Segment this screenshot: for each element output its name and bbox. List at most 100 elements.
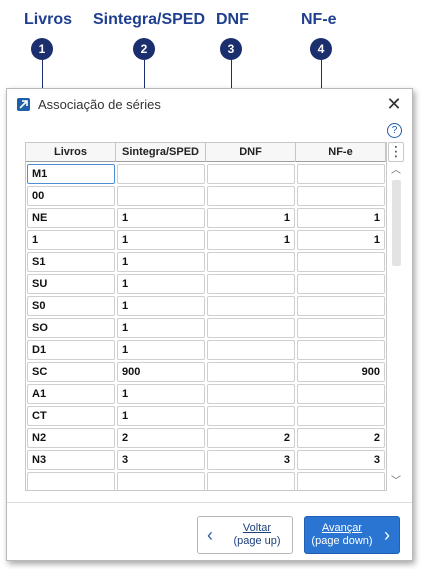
grid-cell[interactable] [207, 362, 295, 382]
grid-cell[interactable] [207, 472, 295, 490]
grid-cell[interactable]: M1 [27, 164, 115, 184]
table-row: S0 1 [26, 296, 386, 316]
series-association-dialog: Associação de séries ✕ ? Livros Sintegra/… [6, 88, 413, 561]
column-header-livros[interactable]: Livros [26, 143, 116, 162]
grid-cell[interactable] [297, 318, 385, 338]
callout-label-4: NF-e [301, 11, 337, 28]
grid-cell[interactable]: N2 [27, 428, 115, 448]
grid-cell[interactable]: D1 [27, 340, 115, 360]
grid-cell[interactable]: CT [27, 406, 115, 426]
grid-cell[interactable]: N3 [27, 450, 115, 470]
grid-cell[interactable]: 1 [117, 274, 205, 294]
grid-cell[interactable]: 2 [297, 428, 385, 448]
grid-cell[interactable] [27, 472, 115, 490]
table-row: SC 900 900 [26, 362, 386, 382]
grid-cell[interactable] [297, 340, 385, 360]
grid-cell[interactable]: 1 [117, 406, 205, 426]
chevron-left-icon: ‹ [207, 525, 213, 545]
table-row: D1 1 [26, 340, 386, 360]
table-row: NE 1 1 1 [26, 208, 386, 228]
column-options-icon[interactable]: ⋮ [388, 142, 404, 162]
grid-cell[interactable]: 2 [207, 428, 295, 448]
grid-cell[interactable] [207, 340, 295, 360]
next-button-label: Avançar (page down) [307, 522, 377, 548]
grid-cell[interactable] [117, 472, 205, 490]
next-button-title: Avançar [321, 522, 363, 534]
grid-cell[interactable]: 900 [117, 362, 205, 382]
grid-cell[interactable] [207, 164, 295, 184]
grid-cell[interactable]: 1 [117, 384, 205, 404]
grid-cell[interactable]: 1 [297, 230, 385, 250]
grid-cell[interactable] [297, 274, 385, 294]
grid-cell[interactable]: 1 [117, 208, 205, 228]
grid-cell[interactable]: 1 [117, 252, 205, 272]
grid-cell[interactable]: 1 [297, 208, 385, 228]
grid-cell[interactable]: SC [27, 362, 115, 382]
grid-cell[interactable]: 900 [297, 362, 385, 382]
back-button-hint: (page up) [233, 535, 281, 547]
scroll-down-icon[interactable]: ﹀ [388, 475, 404, 489]
back-button[interactable]: ‹ Voltar (page up) [197, 516, 293, 554]
grid-cell[interactable] [207, 384, 295, 404]
table-row: SU 1 [26, 274, 386, 294]
grid-header: Livros Sintegra/SPED DNF NF-e [26, 143, 386, 162]
grid-cell[interactable]: NE [27, 208, 115, 228]
grid-cell[interactable] [297, 406, 385, 426]
callout-label-3: DNF [216, 11, 249, 28]
callout-badge-3: 3 [220, 38, 242, 60]
grid-cell[interactable] [207, 186, 295, 206]
grid-cell[interactable]: A1 [27, 384, 115, 404]
grid-cell[interactable]: 3 [117, 450, 205, 470]
grid-cell[interactable] [207, 274, 295, 294]
grid-cell[interactable]: 1 [117, 296, 205, 316]
grid-cell[interactable]: 1 [117, 230, 205, 250]
grid-cell[interactable]: 3 [297, 450, 385, 470]
next-button[interactable]: Avançar (page down) › [304, 516, 400, 554]
table-row: CT 1 [26, 406, 386, 426]
callout-badge-4: 4 [310, 38, 332, 60]
grid-cell[interactable]: 1 [117, 318, 205, 338]
callout-badge-1: 1 [31, 38, 53, 60]
grid-cell[interactable]: 1 [207, 230, 295, 250]
grid-cell[interactable]: 00 [27, 186, 115, 206]
grid-cell[interactable]: SO [27, 318, 115, 338]
grid-cell[interactable] [297, 186, 385, 206]
help-icon[interactable]: ? [387, 123, 402, 138]
grid-cell[interactable] [297, 384, 385, 404]
grid-cell[interactable] [207, 296, 295, 316]
grid-cell[interactable] [117, 186, 205, 206]
grid-cell[interactable]: S1 [27, 252, 115, 272]
grid-cell[interactable]: 1 [207, 208, 295, 228]
column-header-nf-e[interactable]: NF-e [296, 143, 386, 162]
vertical-scrollbar[interactable]: ︿ ﹀ [388, 162, 404, 491]
grid-cell[interactable] [207, 318, 295, 338]
callout-badge-2: 2 [133, 38, 155, 60]
footer-divider [7, 502, 412, 503]
close-icon[interactable]: ✕ [384, 94, 404, 114]
grid-cell[interactable] [297, 164, 385, 184]
grid-cell[interactable]: SU [27, 274, 115, 294]
series-grid: Livros Sintegra/SPED DNF NF-e M1 00 NE 1 1 1 1 1 1 1… [25, 142, 387, 491]
grid-cell[interactable] [297, 472, 385, 490]
grid-cell[interactable]: 3 [207, 450, 295, 470]
table-row: S1 1 [26, 252, 386, 272]
grid-cell[interactable]: 1 [27, 230, 115, 250]
table-row: N2 2 2 2 [26, 428, 386, 448]
back-button-title: Voltar [242, 522, 272, 534]
table-row: 1111 [26, 230, 386, 250]
grid-cell[interactable]: 1 [117, 340, 205, 360]
column-header-dnf[interactable]: DNF [206, 143, 296, 162]
scroll-up-icon[interactable]: ︿ [388, 164, 404, 178]
grid-cell[interactable] [117, 164, 205, 184]
grid-cell[interactable] [297, 252, 385, 272]
window-title: Associação de séries [38, 97, 161, 112]
scroll-thumb[interactable] [392, 180, 401, 266]
grid-cell[interactable] [207, 406, 295, 426]
grid-cell[interactable] [297, 296, 385, 316]
column-header-sintegra-sped[interactable]: Sintegra/SPED [116, 143, 206, 162]
grid-cell[interactable]: S0 [27, 296, 115, 316]
grid-cell[interactable]: 2 [117, 428, 205, 448]
next-button-hint: (page down) [311, 535, 373, 547]
grid-cell[interactable] [207, 252, 295, 272]
table-row: SO 1 [26, 318, 386, 338]
